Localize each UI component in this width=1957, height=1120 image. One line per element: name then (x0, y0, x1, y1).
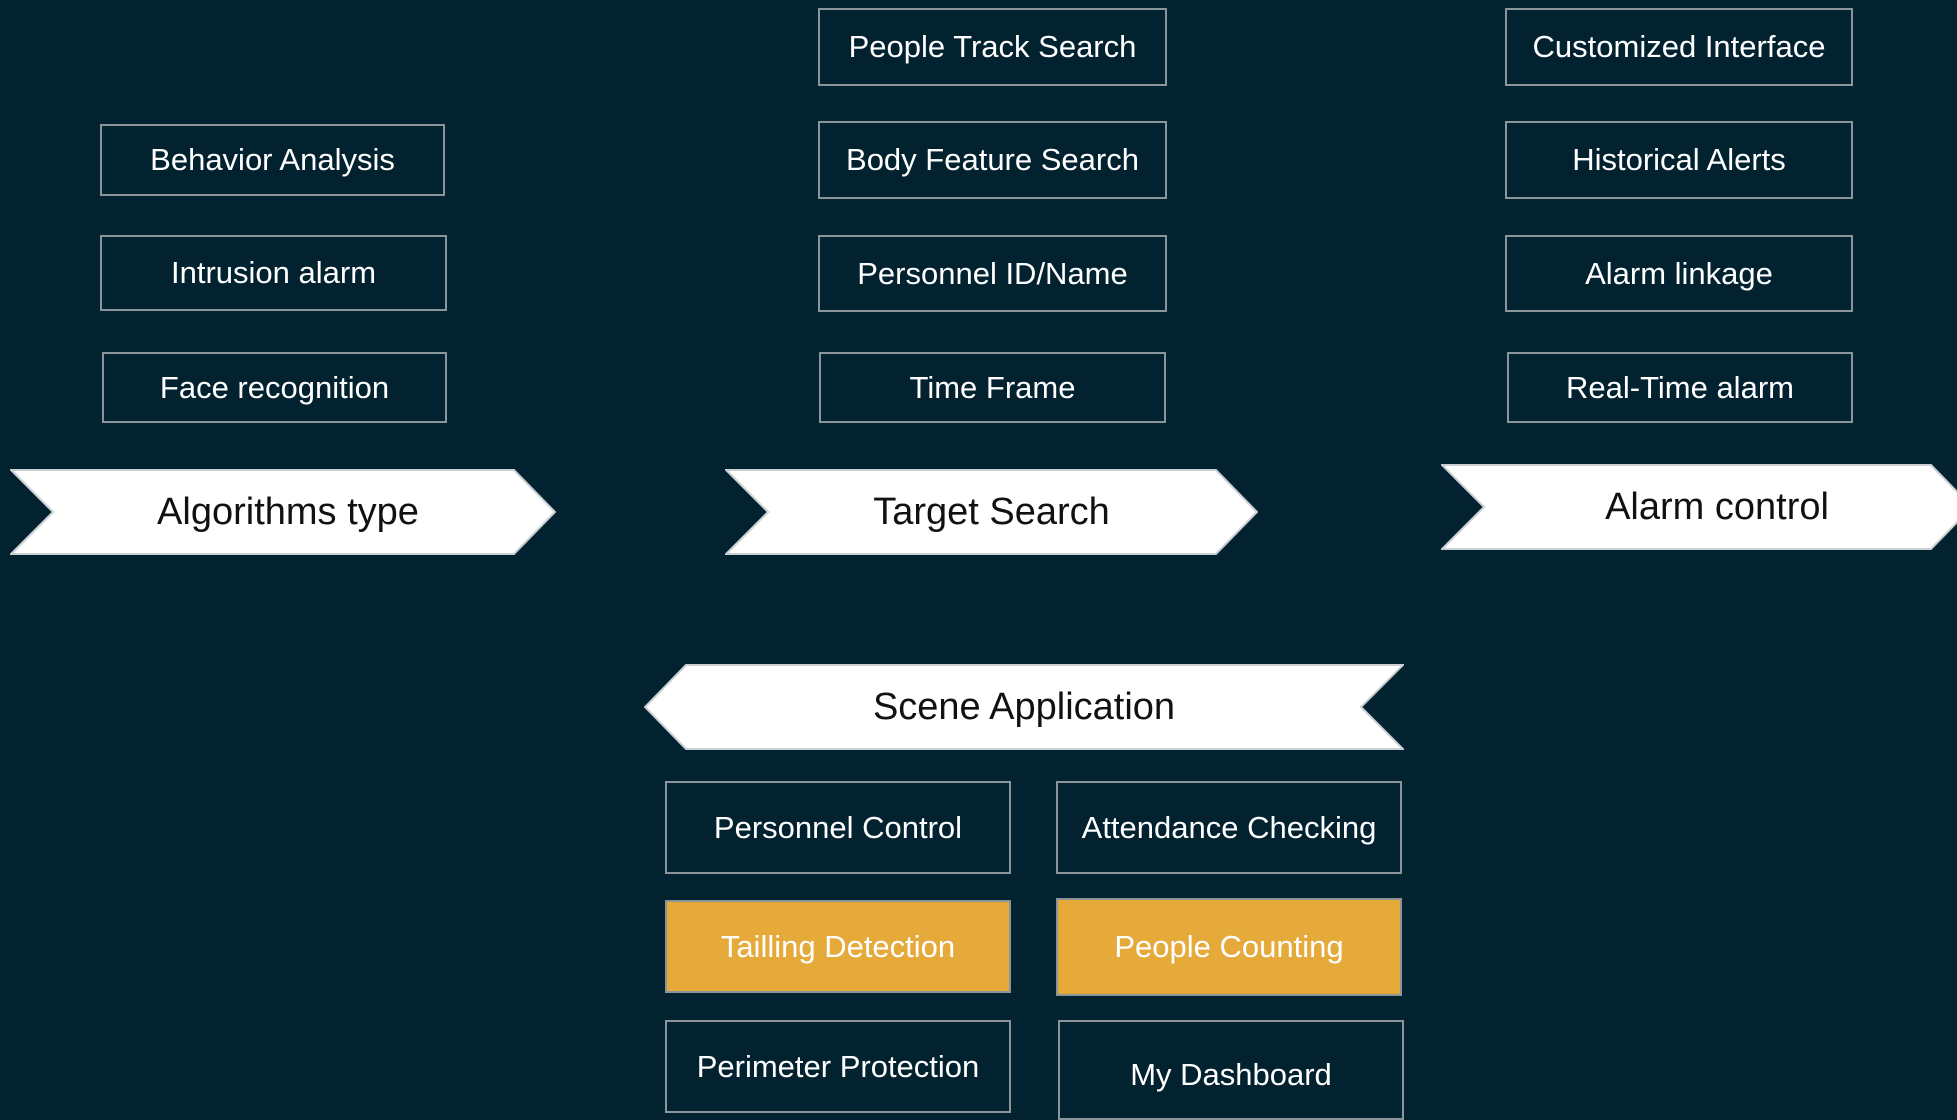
scene-item-perimeter-protection[interactable]: Perimeter Protection (665, 1020, 1011, 1113)
alarm-item-alarm-linkage[interactable]: Alarm linkage (1505, 235, 1853, 312)
target-item-body-feature-search[interactable]: Body Feature Search (818, 121, 1167, 199)
alarm-item-real-time-alarm[interactable]: Real-Time alarm (1507, 352, 1853, 423)
alarm-item-customized-interface[interactable]: Customized Interface (1505, 8, 1853, 86)
target-search-chevron[interactable]: Target Search (725, 469, 1258, 555)
algorithm-item-face-recognition[interactable]: Face recognition (102, 352, 447, 423)
algorithm-item-intrusion-alarm[interactable]: Intrusion alarm (100, 235, 447, 311)
chevron-shape (1441, 464, 1957, 550)
scene-item-attendance-checking[interactable]: Attendance Checking (1056, 781, 1402, 874)
scene-item-tailling-detection[interactable]: Tailling Detection (665, 900, 1011, 993)
alarm-item-historical-alerts[interactable]: Historical Alerts (1505, 121, 1853, 199)
scene-item-personnel-control[interactable]: Personnel Control (665, 781, 1011, 874)
scene-application-chevron[interactable]: Scene Application (644, 664, 1404, 750)
algorithms-type-chevron[interactable]: Algorithms type (10, 469, 556, 555)
target-item-personnel-id-name[interactable]: Personnel ID/Name (818, 235, 1167, 312)
scene-item-people-counting[interactable]: People Counting (1056, 898, 1402, 996)
alarm-control-chevron[interactable]: Alarm control (1441, 464, 1957, 550)
scene-item-my-dashboard[interactable]: My Dashboard (1058, 1020, 1404, 1120)
target-item-people-track-search[interactable]: People Track Search (818, 8, 1167, 86)
chevron-shape (644, 664, 1404, 750)
chevron-shape (10, 469, 556, 555)
target-item-time-frame[interactable]: Time Frame (819, 352, 1166, 423)
chevron-shape (725, 469, 1258, 555)
algorithm-item-behavior-analysis[interactable]: Behavior Analysis (100, 124, 445, 196)
